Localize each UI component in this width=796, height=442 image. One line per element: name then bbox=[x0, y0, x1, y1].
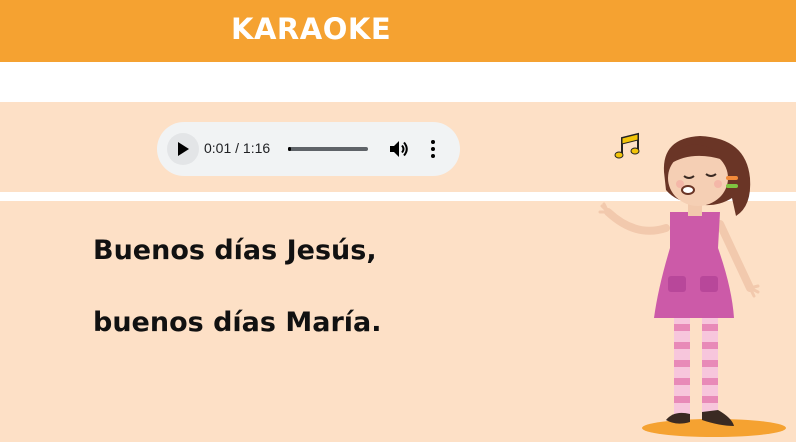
play-button[interactable] bbox=[167, 133, 199, 165]
hair-clip bbox=[726, 184, 738, 188]
lyric-line-1: Buenos días Jesús, bbox=[93, 235, 377, 266]
time-display: 0:01 / 1:16 bbox=[204, 140, 271, 156]
progress-bar[interactable] bbox=[288, 147, 368, 151]
white-band bbox=[0, 62, 796, 102]
audio-player[interactable]: 0:01 / 1:16 bbox=[157, 122, 460, 176]
play-icon bbox=[178, 142, 189, 156]
progress-fill bbox=[288, 147, 291, 151]
header-bar: KARAOKE bbox=[0, 0, 796, 62]
volume-button[interactable] bbox=[387, 137, 411, 161]
singing-girl-illustration bbox=[598, 132, 786, 437]
more-options-button[interactable] bbox=[423, 137, 443, 161]
hair-clip bbox=[726, 176, 738, 180]
page-title: KARAOKE bbox=[231, 12, 392, 46]
music-note-icon bbox=[614, 132, 640, 159]
more-vertical-icon bbox=[431, 140, 435, 158]
lyric-line-2: buenos días María. bbox=[93, 307, 382, 338]
legs bbox=[666, 316, 734, 426]
volume-icon bbox=[390, 141, 408, 157]
